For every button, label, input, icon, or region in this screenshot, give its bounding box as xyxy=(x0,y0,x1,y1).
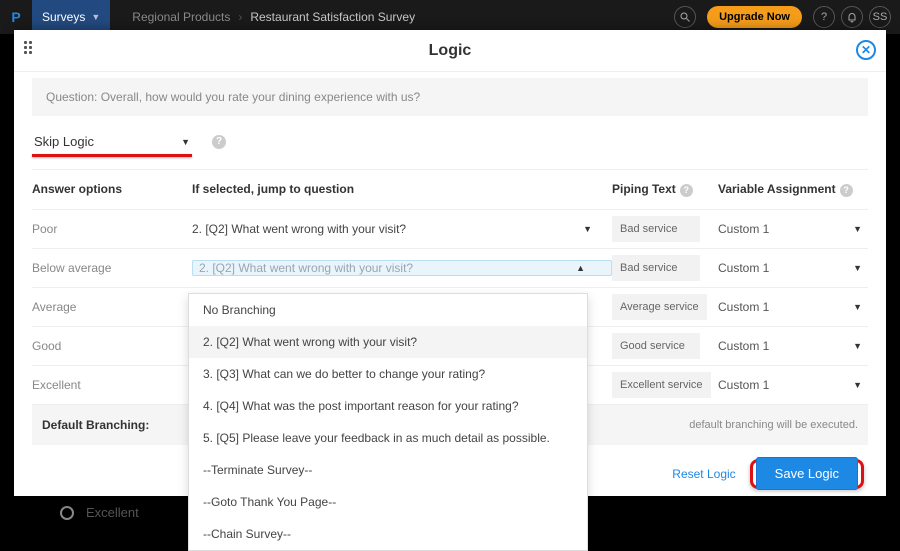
dropdown-option[interactable]: --Chain Survey-- xyxy=(189,518,587,550)
chevron-down-icon: ▼ xyxy=(181,137,190,147)
chevron-down-icon: ▼ xyxy=(853,380,862,390)
question-prefix: Question: xyxy=(46,90,101,104)
pipe-chip[interactable]: Excellent service xyxy=(612,372,711,398)
dropdown-option[interactable]: 5. [Q5] Please leave your feedback in as… xyxy=(189,422,587,454)
highlight-underline xyxy=(32,154,192,157)
var-select[interactable]: Custom 1▼ xyxy=(718,378,868,392)
chevron-down-icon: ▼ xyxy=(853,224,862,234)
table-row: Below average 2. [Q2] What went wrong wi… xyxy=(32,249,868,288)
chevron-down-icon: ▼ xyxy=(583,224,592,234)
chevron-down-icon: ▼ xyxy=(91,12,100,22)
dropdown-option[interactable]: --Goto Thank You Page-- xyxy=(189,486,587,518)
pipe-chip[interactable]: Good service xyxy=(612,333,700,359)
question-icon: ? xyxy=(821,11,827,23)
pipe-help-icon[interactable]: ? xyxy=(680,184,693,197)
answer-label: Below average xyxy=(32,261,192,275)
logic-table-header: Answer options If selected, jump to ques… xyxy=(32,169,868,210)
logic-type-select[interactable]: Skip Logic ▼ xyxy=(32,130,192,153)
breadcrumb-parent[interactable]: Regional Products xyxy=(128,10,234,24)
logic-modal: Logic ✕ Question: Overall, how would you… xyxy=(14,30,886,496)
dropdown-option[interactable]: No Branching xyxy=(189,294,587,326)
header-answer: Answer options xyxy=(32,182,192,196)
pipe-chip[interactable]: Bad service xyxy=(612,216,700,242)
brand-logo-icon: P xyxy=(6,7,26,27)
drag-handle-icon[interactable] xyxy=(24,41,32,54)
header-jump: If selected, jump to question xyxy=(192,182,612,196)
dropdown-option[interactable]: 3. [Q3] What can we do better to change … xyxy=(189,358,587,390)
help-button[interactable]: ? xyxy=(813,6,835,28)
logic-type-value: Skip Logic xyxy=(34,134,94,149)
jump-dropdown: No Branching 2. [Q2] What went wrong wit… xyxy=(188,293,588,551)
var-help-icon[interactable]: ? xyxy=(840,184,853,197)
default-branching-label: Default Branching: xyxy=(42,418,192,432)
jump-select[interactable]: 2. [Q2] What went wrong with your visit?… xyxy=(192,222,612,236)
user-initials: SS xyxy=(873,11,888,23)
nav-surveys-label: Surveys xyxy=(42,10,85,24)
user-avatar[interactable]: SS xyxy=(869,6,891,28)
var-select[interactable]: Custom 1▼ xyxy=(718,300,868,314)
default-branching-hint: default branching will be executed. xyxy=(689,419,858,431)
close-button[interactable]: ✕ xyxy=(856,40,876,60)
answer-label: Average xyxy=(32,300,192,314)
var-select[interactable]: Custom 1▼ xyxy=(718,222,868,236)
app-topbar: P Surveys ▼ Regional Products › Restaura… xyxy=(0,0,900,34)
chevron-down-icon: ▼ xyxy=(853,341,862,351)
dropdown-option[interactable]: 2. [Q2] What went wrong with your visit? xyxy=(189,326,587,358)
save-logic-button[interactable]: Save Logic xyxy=(756,457,858,490)
save-highlight: Save Logic xyxy=(750,459,864,489)
background-option-label: Excellent xyxy=(86,505,139,520)
notifications-button[interactable] xyxy=(841,6,863,28)
pipe-chip[interactable]: Bad service xyxy=(612,255,700,281)
answer-label: Excellent xyxy=(32,378,192,392)
jump-select[interactable]: 2. [Q2] What went wrong with your visit?… xyxy=(192,260,612,276)
question-preview: Question: Overall, how would you rate yo… xyxy=(32,78,868,116)
dropdown-option[interactable]: --Terminate Survey-- xyxy=(189,454,587,486)
answer-label: Good xyxy=(32,339,192,353)
chevron-down-icon: ▼ xyxy=(853,263,862,273)
search-button[interactable] xyxy=(674,6,696,28)
logic-type-help-icon[interactable]: ? xyxy=(212,135,226,149)
answer-label: Poor xyxy=(32,222,192,236)
radio-icon[interactable] xyxy=(60,506,74,520)
var-select[interactable]: Custom 1▼ xyxy=(718,339,868,353)
nav-surveys[interactable]: Surveys ▼ xyxy=(32,0,110,34)
modal-title: Logic xyxy=(429,42,472,60)
modal-header: Logic ✕ xyxy=(14,30,886,72)
pipe-chip[interactable]: Average service xyxy=(612,294,707,320)
upgrade-button[interactable]: Upgrade Now xyxy=(707,6,802,28)
close-icon: ✕ xyxy=(861,43,871,57)
chevron-right-icon: › xyxy=(234,10,246,24)
var-select[interactable]: Custom 1▼ xyxy=(718,261,868,275)
question-text: Overall, how would you rate your dining … xyxy=(101,90,421,104)
bell-icon xyxy=(846,11,858,23)
header-pipe: Piping Text? xyxy=(612,182,718,197)
search-icon xyxy=(679,11,691,23)
chevron-down-icon: ▼ xyxy=(853,302,862,312)
breadcrumb-current: Restaurant Satisfaction Survey xyxy=(246,10,419,24)
reset-logic-link[interactable]: Reset Logic xyxy=(672,467,735,481)
table-row: Poor 2. [Q2] What went wrong with your v… xyxy=(32,210,868,249)
chevron-up-icon: ▲ xyxy=(576,263,585,273)
dropdown-option[interactable]: 4. [Q4] What was the post important reas… xyxy=(189,390,587,422)
background-answer-option: Excellent xyxy=(60,505,139,520)
header-var: Variable Assignment? xyxy=(718,182,868,197)
